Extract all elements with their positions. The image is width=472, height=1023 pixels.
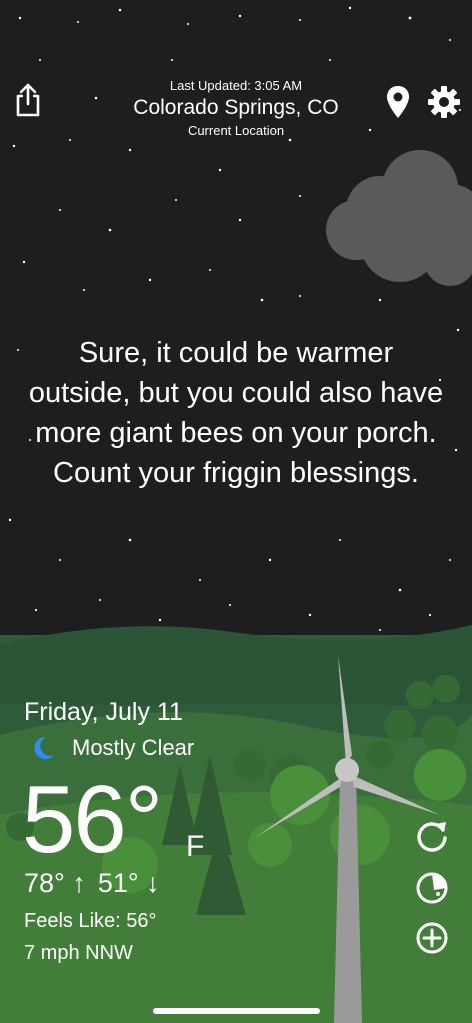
condition-label: Mostly Clear [72, 735, 195, 760]
share-icon[interactable] [10, 80, 46, 120]
radar-icon[interactable] [414, 870, 450, 906]
temperature-unit[interactable]: F [186, 830, 204, 864]
city-name[interactable]: Colorado Springs, CO [96, 96, 376, 120]
location-pin-icon[interactable] [384, 84, 412, 120]
wind-label: 7 mph NNW [24, 942, 133, 964]
home-indicator[interactable] [153, 1008, 320, 1014]
add-icon[interactable] [414, 920, 450, 956]
feels-like-label: Feels Like: 56° [24, 910, 157, 932]
moon-icon [34, 736, 54, 759]
condition-row: Mostly Clear [30, 735, 194, 761]
high-temperature: 78° ↑ [24, 868, 86, 898]
last-updated-text: Last Updated: 3:05 AM [169, 78, 303, 93]
low-temperature: 51° ↓ [97, 868, 160, 898]
high-low-row: 78° ↑ 51° ↓ [24, 868, 160, 899]
refresh-icon[interactable] [414, 818, 450, 854]
current-location-label: Current Location [187, 123, 285, 138]
date-label: Friday, July 11 [24, 698, 183, 726]
weather-quip-message: Sure, it could be warmer outside, but yo… [28, 337, 444, 489]
gear-icon[interactable] [424, 82, 464, 122]
cloud [326, 150, 472, 286]
current-temperature[interactable]: 56° [22, 770, 163, 870]
